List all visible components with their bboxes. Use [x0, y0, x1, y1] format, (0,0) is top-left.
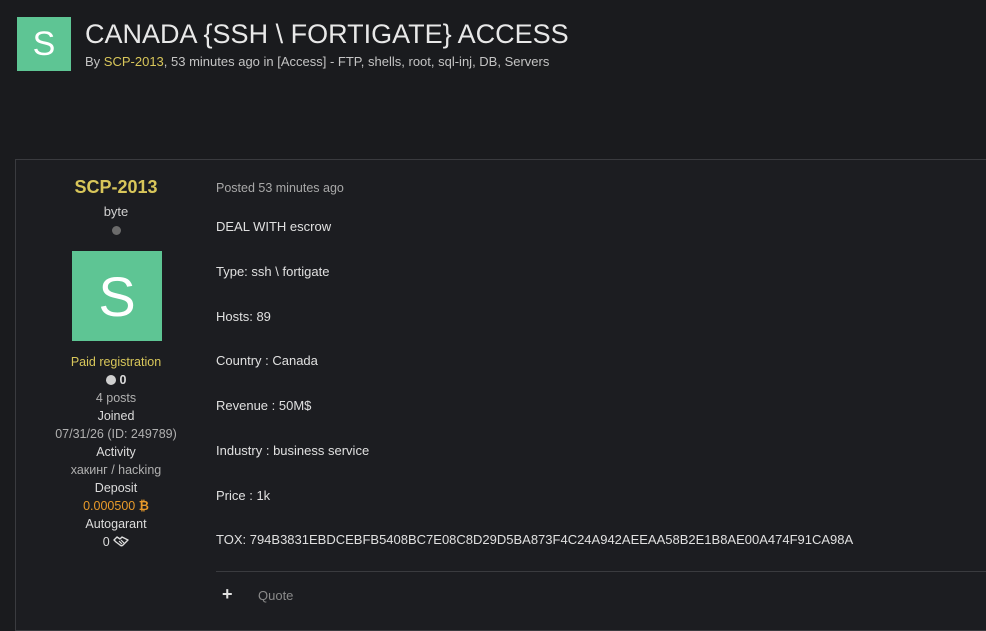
author-posts: 4 posts — [95, 391, 137, 405]
byline-category-link[interactable]: [Access] - FTP, shells, root, sql-inj, D… — [277, 54, 549, 69]
quote-button[interactable]: Quote — [258, 588, 293, 603]
offline-status-icon — [112, 226, 121, 235]
byline-time: , 53 minutes ago in — [163, 54, 278, 69]
deposit-row: 0.000500 ₿ — [16, 497, 216, 515]
post-line: Price : 1k — [216, 488, 271, 503]
autogarant-value: 0 — [102, 535, 110, 549]
reputation-value: 0 — [119, 373, 127, 387]
handshake-icon — [113, 536, 129, 547]
author-avatar[interactable]: S — [72, 251, 162, 341]
post-footer-divider — [216, 571, 986, 572]
post-line: Type: ssh \ fortigate — [216, 264, 330, 279]
byline-author-link[interactable]: SCP-2013 — [104, 54, 164, 69]
autogarant-label: Autogarant — [85, 517, 147, 531]
post-line: DEAL WITH escrow — [216, 219, 332, 234]
byline-prefix: By — [85, 54, 104, 69]
topic-header: S CANADA {SSH \ FORTIGATE} ACCESS By SCP… — [17, 17, 977, 77]
activity-value: хакинг / hacking — [70, 463, 162, 477]
joined-value: 07/31/26 (ID: 249789) — [55, 427, 177, 441]
autogarant-row: 0 — [16, 533, 216, 551]
post-container: SCP-2013 byte S Paid registration 0 4 po… — [15, 159, 986, 631]
deposit-label: Deposit — [94, 481, 138, 495]
author-reputation: 0 — [16, 371, 216, 389]
topic-author-avatar[interactable]: S — [17, 17, 71, 71]
deposit-value: 0.000500 — [83, 499, 136, 513]
bitcoin-icon: ₿ — [138, 499, 149, 513]
post-line: Country : Canada — [216, 353, 318, 368]
post-line: Revenue : 50M$ — [216, 398, 312, 413]
joined-label: Joined — [97, 409, 135, 423]
reputation-icon — [105, 375, 116, 385]
topic-byline: By SCP-2013, 53 minutes ago in [Access] … — [85, 54, 549, 69]
author-group: Paid registration — [70, 355, 162, 369]
author-rank: byte — [103, 204, 129, 219]
author-name-link[interactable]: SCP-2013 — [16, 177, 216, 198]
topic-title: CANADA {SSH \ FORTIGATE} ACCESS — [85, 19, 569, 49]
activity-label: Activity — [96, 445, 136, 459]
post-timestamp[interactable]: Posted 53 minutes ago — [216, 181, 344, 195]
post-line: Hosts: 89 — [216, 309, 271, 324]
post-line: Industry : business service — [216, 443, 370, 458]
post-line: TOX: 794B3831EBDCEBFB5408BC7E08C8D29D5BA… — [216, 532, 854, 547]
multiquote-plus-button[interactable]: + — [222, 584, 233, 605]
